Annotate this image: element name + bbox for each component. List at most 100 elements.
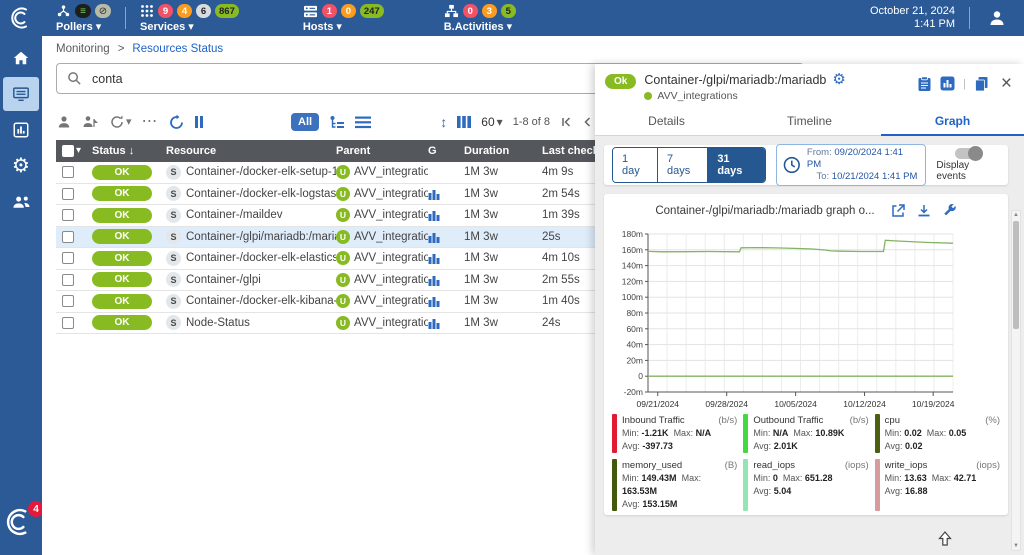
view-all-button[interactable]: All — [291, 113, 319, 131]
services-menu[interactable]: 9 4 6 867 Services▾ — [140, 3, 239, 33]
row-checkbox[interactable] — [62, 209, 74, 221]
services-unknown-badge[interactable]: 6 — [196, 4, 211, 18]
tab-details[interactable]: Details — [595, 108, 738, 135]
range-1day-button[interactable]: 1 day — [613, 148, 658, 182]
parent-name[interactable]: AVV_integrations — [354, 166, 428, 178]
parent-name[interactable]: AVV_integrations — [354, 252, 428, 264]
scrollbar-up-icon[interactable]: ▲ — [1012, 212, 1020, 218]
tab-graph[interactable]: Graph — [881, 108, 1024, 135]
columns-settings-button[interactable] — [457, 116, 471, 128]
header-resource[interactable]: Resource — [166, 145, 336, 157]
table-row[interactable]: OK S Node-Status U AVV_integrations 1M 3… — [56, 313, 634, 335]
copy-link-button[interactable] — [974, 76, 989, 92]
header-status[interactable]: Status ↓ — [92, 145, 166, 157]
panel-parent-name[interactable]: AVV_integrations — [657, 90, 737, 102]
parent-name[interactable]: AVV_integrations — [354, 274, 428, 286]
centreon-logo[interactable] — [0, 6, 42, 30]
table-row[interactable]: OK S Container-/docker-elk-kibana-1 U AV… — [56, 291, 634, 313]
sidebar-item-monitoring[interactable] — [3, 77, 39, 111]
parent-name[interactable]: AVV_integrations — [354, 231, 428, 243]
hosts-down-badge[interactable]: 1 — [322, 4, 337, 18]
header-parent[interactable]: Parent — [336, 145, 428, 157]
graph-mini-icon[interactable] — [428, 295, 440, 307]
table-row[interactable]: OK S Container-/docker-elk-logstash-1 U … — [56, 184, 634, 206]
expand-rows-icon[interactable]: ↕ — [440, 115, 447, 129]
resource-name[interactable]: Container-/docker-elk-elasticsearch-1 — [186, 252, 336, 264]
header-duration[interactable]: Duration — [464, 145, 542, 157]
row-checkbox[interactable] — [62, 188, 74, 200]
resource-name[interactable]: Container-/maildev — [186, 209, 283, 221]
chevron-down-icon[interactable]: ▾ — [76, 146, 81, 156]
list-view-button[interactable] — [355, 116, 371, 129]
select-all-checkbox[interactable] — [62, 145, 74, 157]
breadcrumb-section[interactable]: Monitoring — [56, 43, 110, 55]
graph-mini-icon[interactable] — [428, 252, 440, 264]
hosts-menu[interactable]: 1 0 247 Hosts▾ — [303, 3, 384, 33]
table-row[interactable]: OK S Container-/maildev U AVV_integratio… — [56, 205, 634, 227]
resource-name[interactable]: Container-/docker-elk-kibana-1 — [186, 295, 336, 307]
acknowledge-button[interactable] — [56, 114, 72, 130]
graph-mini-icon[interactable] — [428, 188, 440, 200]
graph-mini-icon[interactable] — [428, 231, 440, 243]
header-graph[interactable]: G — [428, 145, 464, 157]
scrollbar-thumb[interactable] — [1013, 221, 1019, 329]
services-warning-badge[interactable]: 4 — [177, 4, 192, 18]
range-7days-button[interactable]: 7 days — [658, 148, 708, 182]
row-checkbox[interactable] — [62, 252, 74, 264]
scrollbar-down-icon[interactable]: ▼ — [1012, 543, 1020, 549]
poller-latency-badge[interactable]: ≡ — [75, 4, 91, 18]
ba-ok-badge[interactable]: 5 — [501, 4, 516, 18]
legend-item[interactable]: cpu (%) Min: 0.02 Max: 0.05 Avg: 0.02 — [875, 414, 1000, 453]
sidebar-item-configuration[interactable]: ⚙ — [3, 149, 39, 183]
legend-item[interactable]: read_iops (iops) Min: 0 Max: 651.28 Avg:… — [743, 459, 868, 511]
parent-name[interactable]: AVV_integrations — [354, 209, 428, 221]
legend-item[interactable]: write_iops (iops) Min: 13.63 Max: 42.71 … — [875, 459, 1000, 511]
row-checkbox[interactable] — [62, 166, 74, 178]
tree-view-button[interactable] — [329, 115, 345, 130]
row-checkbox[interactable] — [62, 295, 74, 307]
resource-name[interactable]: Container-/docker-elk-logstash-1 — [186, 188, 336, 200]
resource-name[interactable]: Container-/glpi/mariadb:/mariadb — [186, 231, 336, 243]
legend-item[interactable]: memory_used (B) Min: 149.43M Max: 163.53… — [612, 459, 737, 511]
range-31days-button[interactable]: 31 days — [708, 148, 765, 182]
graph-mini-icon[interactable] — [428, 274, 440, 286]
refresh-button[interactable] — [168, 114, 185, 131]
close-panel-icon[interactable]: × — [1001, 74, 1012, 93]
table-row[interactable]: OK S Container-/glpi U AVV_integrations … — [56, 270, 634, 292]
sidebar-bottom-logo[interactable]: 4 — [4, 507, 38, 541]
bactivities-menu[interactable]: 0 3 5 B.Activities▾ — [444, 3, 516, 33]
ba-warning-badge[interactable]: 3 — [482, 4, 497, 18]
breadcrumb-page[interactable]: Resources Status — [132, 43, 223, 55]
hosts-up-badge[interactable]: 247 — [360, 4, 384, 18]
graph-chart[interactable]: 180m160m140m120m100m80m60m40m20m0-20m09/… — [612, 226, 1000, 410]
resource-name[interactable]: Node-Status — [186, 317, 250, 329]
custom-period-button[interactable]: From: 09/20/2024 1:41 PM To: 10/21/2024 … — [776, 144, 926, 186]
more-actions-icon[interactable]: ⋯ — [142, 114, 158, 130]
first-page-button[interactable] — [560, 116, 572, 128]
panel-scrollbar[interactable]: ▲ ▼ — [1011, 210, 1021, 551]
tab-timeline[interactable]: Timeline — [738, 108, 881, 135]
row-checkbox[interactable] — [62, 274, 74, 286]
graph-shortcut-button[interactable] — [940, 76, 955, 91]
services-ok-badge[interactable]: 867 — [215, 4, 239, 18]
pause-refresh-button[interactable] — [195, 116, 204, 128]
acknowledge-resource-button[interactable] — [917, 76, 932, 92]
downtime-button[interactable] — [82, 114, 99, 130]
legend-item[interactable]: Inbound Traffic (b/s) Min: -1.21K Max: N… — [612, 414, 737, 453]
parent-name[interactable]: AVV_integrations — [354, 295, 428, 307]
hosts-unreachable-badge[interactable]: 0 — [341, 4, 356, 18]
services-critical-badge[interactable]: 9 — [158, 4, 173, 18]
parent-name[interactable]: AVV_integrations — [354, 188, 428, 200]
resource-name[interactable]: Container-/glpi — [186, 274, 261, 286]
display-events-toggle[interactable] — [955, 148, 981, 159]
graph-mini-icon[interactable] — [428, 209, 440, 221]
open-in-new-icon[interactable] — [891, 204, 905, 218]
check-button[interactable]: ▾ — [109, 114, 132, 130]
pollers-menu[interactable]: ≡ ⊘ Pollers▾ — [56, 3, 111, 33]
parent-name[interactable]: AVV_integrations — [354, 317, 428, 329]
table-row[interactable]: OK S Container-/docker-elk-setup-1 U AVV… — [56, 162, 634, 184]
sidebar-item-reporting[interactable] — [3, 113, 39, 147]
wrench-icon[interactable] — [943, 204, 957, 218]
prev-page-button[interactable] — [582, 116, 592, 128]
resource-settings-gear-icon[interactable]: ⚙ — [832, 72, 845, 87]
